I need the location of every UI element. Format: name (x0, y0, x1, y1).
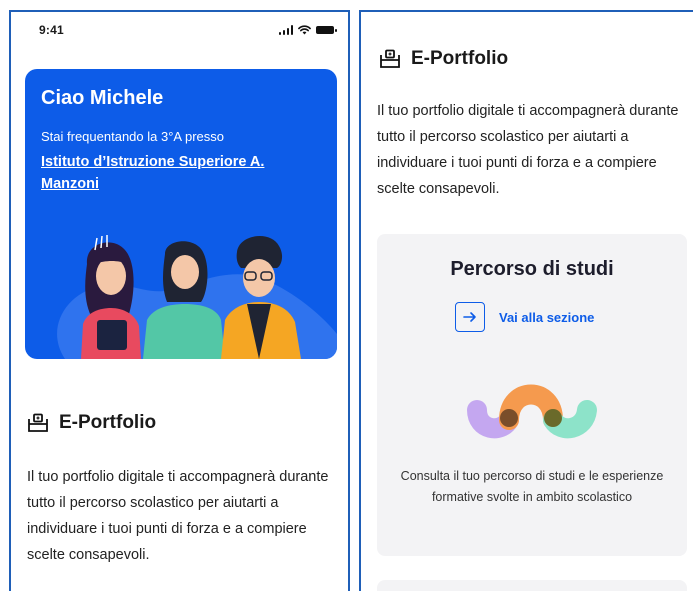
welcome-card: Ciao Michele Stai frequentando la 3°A pr… (25, 69, 337, 359)
portfolio-header: E-Portfolio (27, 412, 156, 434)
status-icons (278, 25, 337, 35)
wifi-icon (298, 25, 311, 35)
greeting: Ciao Michele (41, 87, 164, 109)
card-title: Percorso di studi (450, 258, 614, 280)
go-to-section-label[interactable]: Vai alla sezione (499, 310, 594, 325)
status-bar: 9:41 (11, 12, 348, 48)
study-path-logo-icon (467, 384, 597, 439)
status-time: 9:41 (39, 23, 64, 37)
students-illustration (57, 235, 337, 359)
school-intro: Stai frequentando la 3°A presso (41, 129, 224, 144)
signal-icon (278, 25, 293, 35)
portfolio-screen: E-Portfolio Il tuo portfolio digitale ti… (359, 10, 693, 591)
portfolio-title: E-Portfolio (59, 412, 157, 433)
arrow-right-icon[interactable] (455, 302, 485, 332)
battery-icon (316, 26, 337, 34)
card-description: Consulta il tuo percorso di studi e le e… (400, 469, 664, 504)
school-link[interactable]: Istituto d’Istruzione Superiore A. Manzo… (41, 151, 321, 195)
portfolio-title: E-Portfolio (411, 48, 509, 69)
portfolio-description: Il tuo portfolio digitale ti accompagner… (377, 103, 679, 197)
portfolio-icon (27, 413, 49, 433)
home-screen: 9:41 Ciao Michele Stai frequentando la 3… (9, 10, 350, 591)
portfolio-icon (379, 49, 401, 69)
portfolio-description: Il tuo portfolio digitale ti accompagner… (27, 469, 329, 563)
study-path-card: Percorso di studi Vai alla sezione Consu… (377, 234, 687, 556)
go-to-section-link[interactable]: Vai alla sezione (455, 302, 594, 332)
next-card (377, 580, 687, 591)
portfolio-header: E-Portfolio (379, 48, 508, 70)
